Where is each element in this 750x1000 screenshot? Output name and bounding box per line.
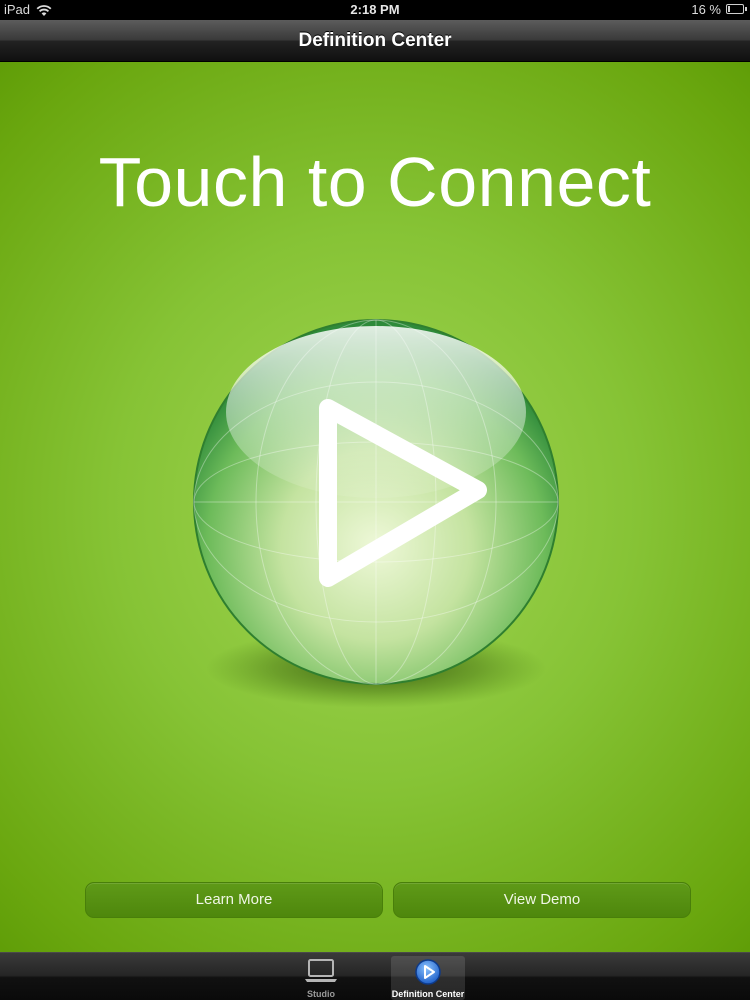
tab-definition-center-label: Definition Center bbox=[391, 989, 465, 999]
touch-to-connect-headline: Touch to Connect bbox=[98, 143, 652, 221]
tab-definition-center[interactable]: Definition Center bbox=[391, 956, 465, 1000]
view-demo-button[interactable]: View Demo bbox=[393, 882, 691, 918]
status-time: 2:18 PM bbox=[350, 2, 400, 17]
learn-more-button[interactable]: Learn More bbox=[85, 882, 383, 918]
tab-bar: Studio Definition Center bbox=[0, 952, 750, 1000]
app-screen: iPad 2:18 PM 16 % Definition Center Touc… bbox=[0, 0, 750, 1000]
battery-icon bbox=[726, 4, 747, 14]
navigation-bar: Definition Center bbox=[0, 20, 750, 62]
battery-percentage: 16 % bbox=[691, 2, 721, 17]
main-content: Touch to Connect Learn More View Demo bbox=[0, 62, 750, 952]
laptop-icon bbox=[305, 959, 337, 982]
status-bar: iPad 2:18 PM 16 % bbox=[0, 0, 750, 20]
battery-level-fill bbox=[728, 6, 730, 12]
tab-studio[interactable]: Studio bbox=[284, 956, 358, 1000]
page-title: Definition Center bbox=[298, 30, 452, 51]
connect-play-button[interactable] bbox=[190, 316, 562, 708]
play-circle-icon bbox=[415, 959, 441, 985]
tab-studio-label: Studio bbox=[307, 989, 335, 999]
play-icon bbox=[193, 319, 559, 708]
